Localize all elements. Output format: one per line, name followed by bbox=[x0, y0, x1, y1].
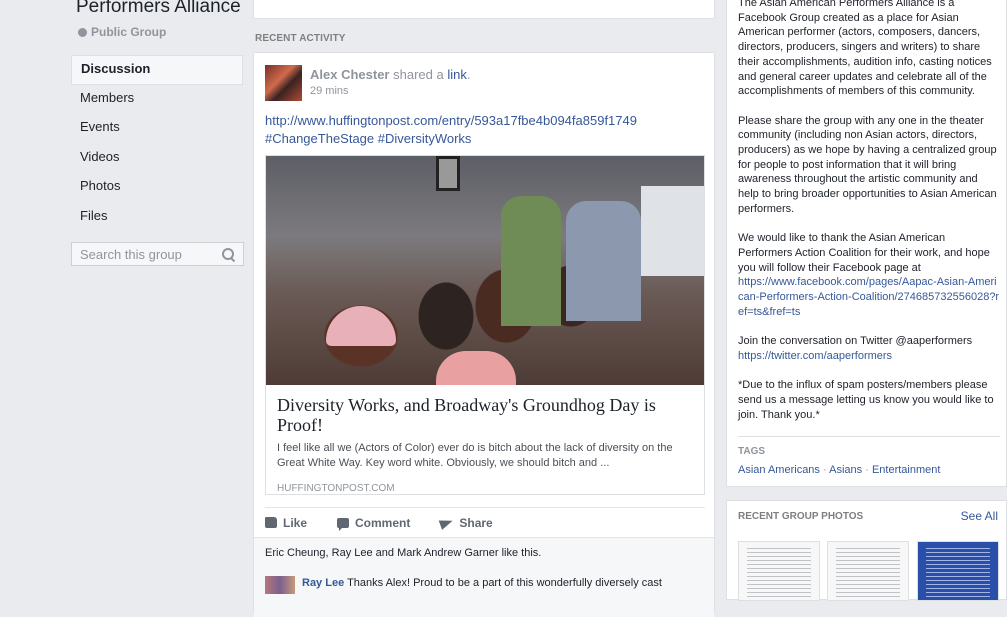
tag-link[interactable]: Entertainment bbox=[872, 464, 940, 476]
about-paragraph-1: The Asian American Performers Alliance i… bbox=[738, 0, 992, 98]
comment: Ray Lee Thanks Alex! Proud to be a part … bbox=[302, 576, 682, 591]
link-preview[interactable]: Diversity Works, and Broadway's Groundho… bbox=[265, 155, 705, 495]
post-url[interactable]: http://www.huffingtonpost.com/entry/593a… bbox=[265, 112, 705, 130]
recent-activity-heading: RECENT ACTIVITY bbox=[255, 33, 346, 44]
see-all-link[interactable]: See All bbox=[961, 509, 998, 523]
thumbs-up-icon bbox=[265, 517, 277, 528]
preview-description: I feel like all we (Actors of Color) eve… bbox=[277, 442, 673, 469]
divider bbox=[738, 436, 1000, 437]
photo-thumbnail[interactable] bbox=[917, 541, 999, 601]
search-icon[interactable] bbox=[222, 247, 235, 261]
post-timestamp[interactable]: 29 mins bbox=[310, 85, 349, 97]
feed-post: Alex Chester shared a link. 29 mins http… bbox=[253, 52, 715, 617]
tags-heading: TAGS bbox=[738, 446, 766, 457]
photo-thumbnail[interactable] bbox=[827, 541, 909, 601]
post-feedback: Eric Cheung, Ray Lee and Mark Andrew Gar… bbox=[254, 537, 714, 617]
post-body: http://www.huffingtonpost.com/entry/593a… bbox=[265, 112, 705, 148]
about-paragraph-4: Join the conversation on Twitter @aaperf… bbox=[738, 335, 973, 362]
composer-card bbox=[253, 0, 715, 19]
nav-item-discussion[interactable]: Discussion bbox=[71, 55, 243, 85]
group-privacy: Public Group bbox=[78, 25, 166, 39]
globe-icon bbox=[78, 27, 87, 37]
nav-item-videos[interactable]: Videos bbox=[71, 144, 243, 174]
nav-item-members[interactable]: Members bbox=[71, 85, 243, 115]
about-card: The Asian American Performers Alliance i… bbox=[726, 0, 1007, 487]
tag-link[interactable]: Asians bbox=[829, 464, 862, 476]
share-label: Share bbox=[459, 515, 493, 530]
group-name[interactable]: Performers Alliance bbox=[76, 0, 241, 18]
comment-label: Comment bbox=[355, 515, 411, 530]
group-search-input[interactable] bbox=[80, 246, 210, 262]
twitter-link[interactable]: https://twitter.com/aaperformers bbox=[738, 350, 892, 362]
share-button[interactable]: Share bbox=[439, 515, 493, 530]
like-label: Like bbox=[283, 515, 308, 530]
preview-body: Diversity Works, and Broadway's Groundho… bbox=[266, 385, 704, 504]
about-paragraph-2: Please share the group with any one in t… bbox=[738, 114, 997, 215]
recent-photos-heading: RECENT GROUP PHOTOS bbox=[738, 511, 864, 522]
nav-item-photos[interactable]: Photos bbox=[71, 173, 243, 203]
author-avatar[interactable] bbox=[265, 65, 302, 101]
about-description: The Asian American Performers Alliance i… bbox=[738, 0, 1000, 437]
post-header: Alex Chester shared a link. bbox=[310, 67, 471, 82]
group-search bbox=[71, 242, 244, 266]
share-arrow-icon bbox=[439, 515, 455, 530]
post-link-word[interactable]: link bbox=[447, 67, 467, 82]
commenter-avatar[interactable] bbox=[265, 576, 295, 594]
post-hashtags[interactable]: #ChangeTheStage #DiversityWorks bbox=[265, 130, 705, 148]
nav-item-events[interactable]: Events bbox=[71, 114, 243, 144]
comment-button[interactable]: Comment bbox=[337, 515, 411, 531]
comment-body: Thanks Alex! Proud to be a part of this … bbox=[347, 577, 662, 589]
group-nav: Discussion Members Events Videos Photos … bbox=[71, 55, 243, 232]
nav-item-files[interactable]: Files bbox=[71, 203, 243, 233]
photo-thumbnail[interactable] bbox=[738, 541, 820, 601]
preview-source: HUFFINGTONPOST.COM bbox=[277, 483, 395, 494]
tags-list: Asian Americans · Asians · Entertainment bbox=[738, 464, 941, 476]
post-actions: Like Comment Share bbox=[265, 507, 705, 537]
about-paragraph-5: *Due to the influx of spam posters/membe… bbox=[738, 379, 994, 421]
comment-author[interactable]: Ray Lee bbox=[302, 577, 344, 589]
like-button[interactable]: Like bbox=[265, 516, 307, 530]
post-author[interactable]: Alex Chester bbox=[310, 67, 389, 82]
recent-photos-card: RECENT GROUP PHOTOS See All bbox=[726, 500, 1007, 601]
preview-title[interactable]: Diversity Works, and Broadway's Groundho… bbox=[277, 395, 693, 435]
comment-icon bbox=[337, 517, 350, 531]
about-paragraph-3: We would like to thank the Asian America… bbox=[738, 232, 1000, 318]
preview-image[interactable] bbox=[266, 156, 704, 385]
aapac-facebook-link[interactable]: https://www.facebook.com/pages/Aapac-Asi… bbox=[738, 276, 999, 317]
likes-summary[interactable]: Eric Cheung, Ray Lee and Mark Andrew Gar… bbox=[265, 547, 541, 559]
group-privacy-label: Public Group bbox=[91, 25, 167, 39]
post-action: shared a bbox=[393, 67, 444, 82]
tag-link[interactable]: Asian Americans bbox=[738, 464, 820, 476]
